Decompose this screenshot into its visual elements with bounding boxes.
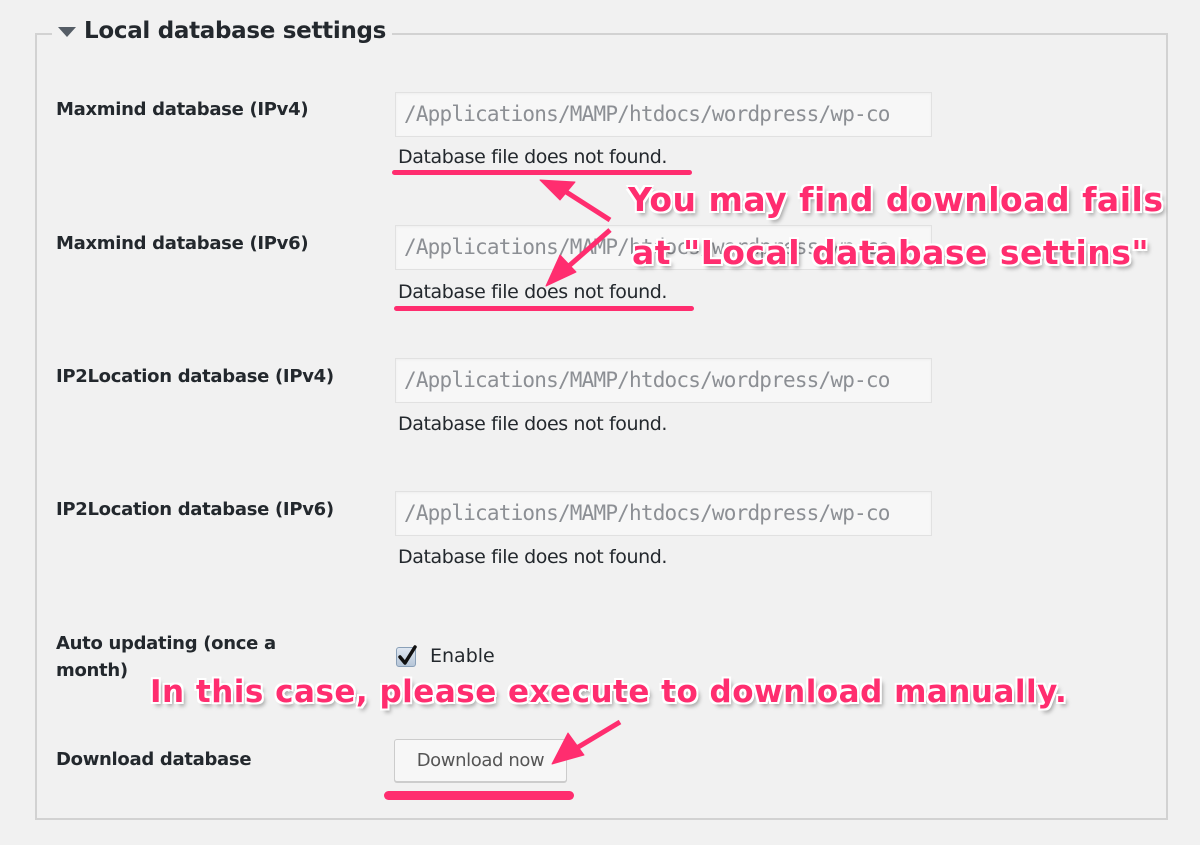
section-title: Local database settings [84,18,387,44]
maxmind-ipv4-status: Database file does not found. [398,146,668,168]
auto-update-checkbox[interactable] [396,645,417,667]
download-now-button[interactable]: Download now [394,739,567,782]
download-database-label: Download database [56,749,252,770]
annotation-underline [392,170,692,175]
maxmind-ipv4-path-input[interactable]: /Applications/MAMP/htdocs/wordpress/wp-c… [395,92,932,137]
auto-updating-label-line1: Auto updating (once a [56,633,276,654]
triangle-down-icon[interactable] [58,27,76,37]
ip2location-ipv6-path-input[interactable]: /Applications/MAMP/htdocs/wordpress/wp-c… [395,491,932,536]
annotation-text-line3: In this case, please execute to download… [150,674,1068,710]
ip2location-ipv4-label: IP2Location database (IPv4) [56,366,334,387]
section-toggle[interactable]: Local database settings [52,18,393,44]
annotation-underline [384,791,574,800]
checkmark-icon [398,645,417,665]
maxmind-ipv6-label: Maxmind database (IPv6) [56,233,309,254]
enable-label[interactable]: Enable [430,645,495,667]
maxmind-ipv6-status: Database file does not found. [398,281,668,303]
annotation-text-line1: You may find download fails [628,180,1164,219]
annotation-text-line2: at "Local database settins" [632,233,1150,272]
ip2location-ipv4-status: Database file does not found. [398,413,668,435]
ip2location-ipv6-label: IP2Location database (IPv6) [56,499,334,520]
maxmind-ipv4-label: Maxmind database (IPv4) [56,99,309,120]
ip2location-ipv4-path-input[interactable]: /Applications/MAMP/htdocs/wordpress/wp-c… [395,358,932,403]
annotation-underline [394,306,694,311]
ip2location-ipv6-status: Database file does not found. [398,546,668,568]
